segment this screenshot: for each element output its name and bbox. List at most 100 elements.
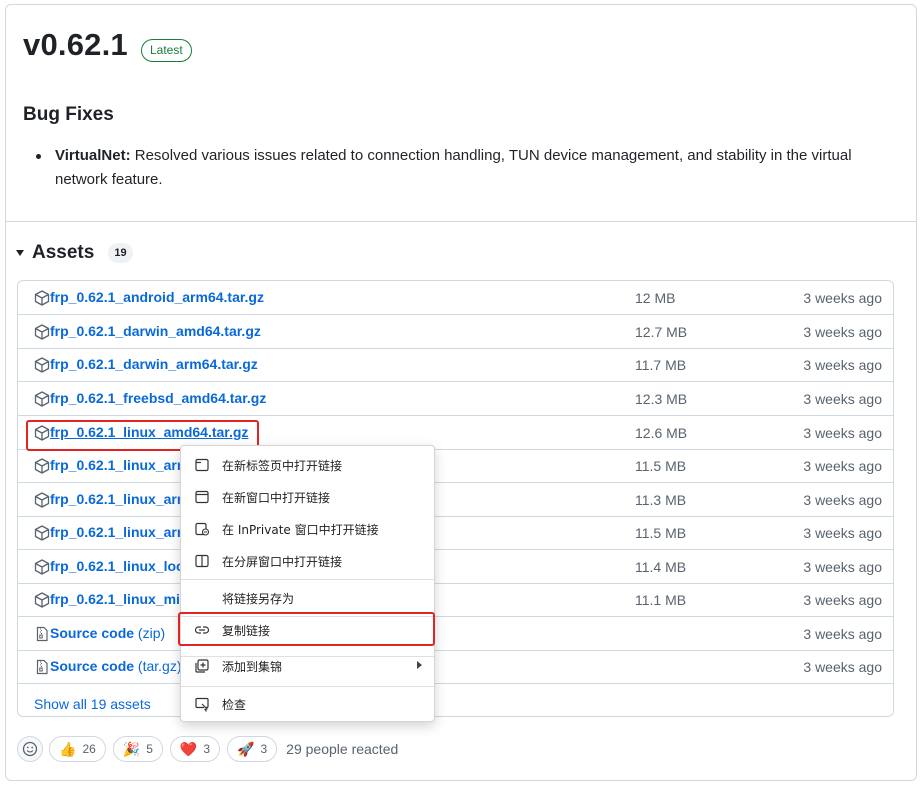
asset-link[interactable]: frp_0.62.1_linux_arm bbox=[50, 524, 189, 540]
reaction-count: 26 bbox=[82, 742, 96, 756]
source-code-format: (tar.gz) bbox=[134, 658, 182, 674]
source-code-zip-link[interactable]: Source code (zip) bbox=[50, 625, 165, 641]
asset-row: frp_0.62.1_linux_loon 11.4 MB 3 weeks ag… bbox=[18, 550, 893, 584]
fix-description: Resolved various issues related to conne… bbox=[55, 147, 852, 188]
new-tab-icon bbox=[195, 458, 209, 472]
package-icon bbox=[34, 592, 50, 608]
asset-size: 11.3 MB bbox=[635, 492, 687, 508]
asset-row: frp_0.62.1_freebsd_amd64.tar.gz 12.3 MB … bbox=[18, 382, 893, 416]
source-code-label: Source code bbox=[50, 625, 135, 641]
asset-date: 3 weeks ago bbox=[803, 391, 882, 407]
package-icon bbox=[34, 458, 50, 474]
asset-size: 11.5 MB bbox=[635, 525, 687, 541]
asset-date: 3 weeks ago bbox=[803, 626, 882, 642]
menu-save-link-as[interactable]: 将链接另存为 bbox=[181, 583, 434, 613]
bullet-icon bbox=[36, 154, 41, 159]
package-icon bbox=[34, 324, 50, 340]
menu-label: 检查 bbox=[222, 698, 247, 712]
asset-size: 11.5 MB bbox=[635, 458, 687, 474]
asset-link[interactable]: frp_0.62.1_linux_arm bbox=[50, 491, 189, 507]
menu-separator bbox=[181, 686, 434, 687]
reaction-rocket[interactable]: 🚀 3 bbox=[227, 736, 278, 762]
asset-date: 3 weeks ago bbox=[803, 324, 882, 340]
asset-link[interactable]: frp_0.62.1_linux_mip bbox=[50, 591, 189, 607]
show-all-assets-link[interactable]: Show all 19 assets bbox=[34, 696, 151, 712]
asset-size: 12 MB bbox=[635, 290, 676, 306]
release-version-title[interactable]: v0.62.1 bbox=[23, 27, 128, 63]
collections-icon bbox=[195, 659, 209, 673]
asset-row: frp_0.62.1_linux_mip 11.1 MB 3 weeks ago bbox=[18, 583, 893, 617]
menu-add-to-collections[interactable]: 添加到集锦 bbox=[181, 651, 434, 681]
menu-label: 将链接另存为 bbox=[222, 592, 295, 606]
thumbs-up-icon: 👍 bbox=[59, 741, 77, 757]
reaction-count: 5 bbox=[146, 742, 153, 756]
add-reaction-button[interactable] bbox=[17, 736, 43, 762]
package-icon bbox=[34, 559, 50, 575]
asset-row: frp_0.62.1_linux_arm 11.5 MB 3 weeks ago bbox=[18, 516, 893, 550]
asset-date: 3 weeks ago bbox=[803, 425, 882, 441]
asset-row: frp_0.62.1_darwin_amd64.tar.gz 12.7 MB 3… bbox=[18, 315, 893, 349]
asset-size: 12.6 MB bbox=[635, 425, 688, 441]
file-zip-icon bbox=[36, 659, 48, 675]
source-code-targz-link[interactable]: Source code (tar.gz) bbox=[50, 658, 182, 674]
menu-label: 在新窗口中打开链接 bbox=[222, 491, 331, 505]
asset-link[interactable]: frp_0.62.1_darwin_amd64.tar.gz bbox=[50, 323, 261, 339]
reaction-thumbs-up[interactable]: 👍 26 bbox=[49, 736, 106, 762]
rocket-icon: 🚀 bbox=[237, 741, 255, 757]
assets-toggle[interactable]: Assets 19 bbox=[16, 241, 133, 265]
asset-link[interactable]: frp_0.62.1_android_arm64.tar.gz bbox=[50, 289, 264, 305]
asset-date: 3 weeks ago bbox=[803, 357, 882, 373]
asset-size: 12.7 MB bbox=[635, 324, 688, 340]
smiley-icon bbox=[22, 741, 38, 757]
source-code-label: Source code bbox=[50, 658, 135, 674]
asset-date: 3 weeks ago bbox=[803, 492, 882, 508]
reaction-count: 3 bbox=[203, 742, 211, 756]
caret-down-icon[interactable] bbox=[16, 250, 24, 256]
asset-date: 3 weeks ago bbox=[803, 559, 882, 575]
reactions-bar: 👍 26 🎉 5 ❤️ 3 🚀 3 29 people reacted bbox=[17, 735, 398, 763]
highlight-copy-link-box bbox=[178, 612, 435, 646]
package-icon bbox=[34, 290, 50, 306]
menu-open-new-window[interactable]: 在新窗口中打开链接 bbox=[181, 482, 434, 512]
asset-date: 3 weeks ago bbox=[803, 458, 882, 474]
inprivate-icon bbox=[195, 522, 210, 536]
package-icon bbox=[34, 525, 50, 541]
party-icon: 🎉 bbox=[122, 741, 141, 757]
menu-open-new-tab[interactable]: 在新标签页中打开链接 bbox=[181, 450, 434, 480]
menu-label: 添加到集锦 bbox=[222, 660, 283, 674]
fix-title: VirtualNet: bbox=[55, 147, 131, 164]
asset-date: 3 weeks ago bbox=[803, 592, 882, 608]
asset-date: 3 weeks ago bbox=[803, 290, 882, 306]
asset-link[interactable]: frp_0.62.1_darwin_arm64.tar.gz bbox=[50, 356, 258, 372]
menu-open-inprivate[interactable]: 在 InPrivate 窗口中打开链接 bbox=[181, 514, 434, 544]
chevron-right-icon bbox=[417, 661, 422, 669]
menu-inspect[interactable]: 检查 bbox=[181, 689, 434, 719]
split-screen-icon bbox=[195, 554, 209, 568]
menu-label: 在 InPrivate 窗口中打开链接 bbox=[222, 523, 379, 537]
reaction-hooray[interactable]: 🎉 5 bbox=[112, 736, 163, 762]
asset-link[interactable]: frp_0.62.1_linux_loon bbox=[50, 558, 193, 574]
asset-link[interactable]: frp_0.62.1_linux_arm bbox=[50, 457, 189, 473]
asset-size: 12.3 MB bbox=[635, 391, 688, 407]
menu-separator bbox=[181, 579, 434, 580]
context-menu: 在新标签页中打开链接 在新窗口中打开链接 在 InPrivate 窗口中打开链接… bbox=[180, 445, 435, 722]
new-window-icon bbox=[195, 490, 209, 504]
menu-label: 在分屏窗口中打开链接 bbox=[222, 555, 343, 569]
package-icon bbox=[34, 357, 50, 373]
source-code-format: (zip) bbox=[134, 625, 166, 641]
asset-size: 11.1 MB bbox=[635, 592, 687, 608]
assets-count-badge: 19 bbox=[108, 243, 133, 263]
asset-link[interactable]: frp_0.62.1_freebsd_amd64.tar.gz bbox=[50, 390, 266, 406]
latest-badge: Latest bbox=[141, 39, 192, 62]
assets-list: frp_0.62.1_android_arm64.tar.gz 12 MB 3 … bbox=[17, 280, 894, 717]
bug-fixes-heading: Bug Fixes bbox=[23, 104, 114, 125]
asset-date: 3 weeks ago bbox=[803, 525, 882, 541]
asset-row: frp_0.62.1_linux_arm 11.3 MB 3 weeks ago bbox=[18, 483, 893, 517]
package-icon bbox=[34, 492, 50, 508]
asset-size: 11.7 MB bbox=[635, 357, 687, 373]
asset-row: Source code (zip) 3 weeks ago bbox=[18, 617, 893, 651]
release-notes-section: v0.62.1 Latest Bug Fixes VirtualNet: Res… bbox=[6, 5, 916, 222]
asset-row: frp_0.62.1_android_arm64.tar.gz 12 MB 3 … bbox=[18, 281, 893, 315]
menu-open-split-screen[interactable]: 在分屏窗口中打开链接 bbox=[181, 546, 434, 576]
reaction-heart[interactable]: ❤️ 3 bbox=[169, 736, 221, 762]
